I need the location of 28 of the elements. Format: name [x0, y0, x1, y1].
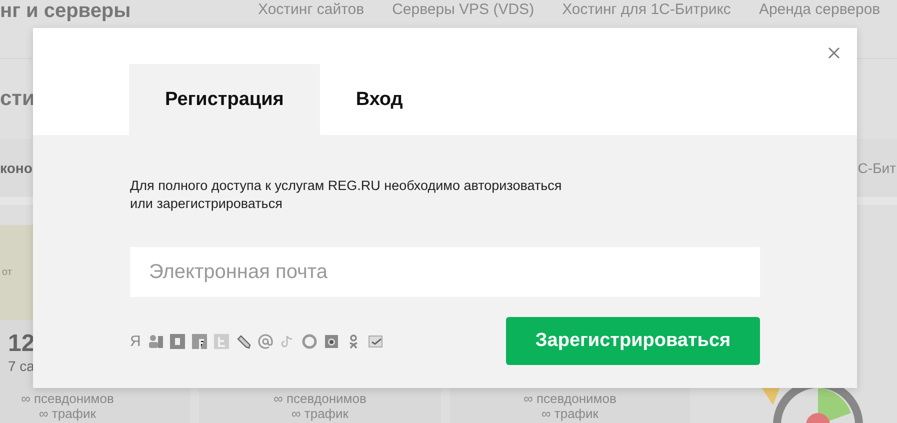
dialog-tab[interactable]: Регистрация: [129, 64, 320, 135]
nav-link[interactable]: Серверы VPS (VDS): [392, 1, 534, 18]
checkbox-icon[interactable]: [368, 334, 383, 348]
auth-message: Для полного доступа к услугам REG.RU необходимо авторизоваться или зарегистрироваться: [130, 177, 563, 213]
section-tab[interactable]: коно: [0, 160, 32, 176]
at-sign-icon[interactable]: [258, 334, 273, 348]
plan-feature: ∞ трафик: [292, 406, 348, 421]
letter-f-icon[interactable]: [192, 334, 207, 348]
nav-link[interactable]: Хостинг для 1С-Битрикс: [562, 1, 731, 18]
plan-price: 12: [8, 330, 35, 358]
plan-feature: ∞ псевдонимов: [21, 391, 114, 406]
plan-feature: ∞ псевдонимов: [274, 391, 366, 406]
nav-link[interactable]: Хостинг сайтов: [258, 1, 364, 18]
plan-feature: ∞ псевдонимов: [524, 391, 616, 406]
nav-link[interactable]: Аренда серверов: [758, 1, 880, 18]
section-tab[interactable]: С-Бит: [858, 160, 896, 176]
plan-feature: ∞ трафик: [39, 406, 96, 421]
site-title: нг и серверы: [0, 0, 132, 23]
yandex-icon[interactable]: Я: [130, 332, 141, 350]
email-field[interactable]: Электронная почта: [130, 247, 760, 297]
banner-text: от: [2, 267, 12, 278]
register-button[interactable]: Зарегистрироваться: [506, 317, 760, 365]
close-icon[interactable]: [827, 46, 841, 60]
note-icon[interactable]: [280, 334, 295, 348]
plan-feature: ∞ трафик: [542, 406, 598, 421]
camera-icon[interactable]: [324, 334, 339, 348]
pencil-icon[interactable]: [236, 334, 251, 348]
page-heading: сти: [0, 87, 35, 111]
